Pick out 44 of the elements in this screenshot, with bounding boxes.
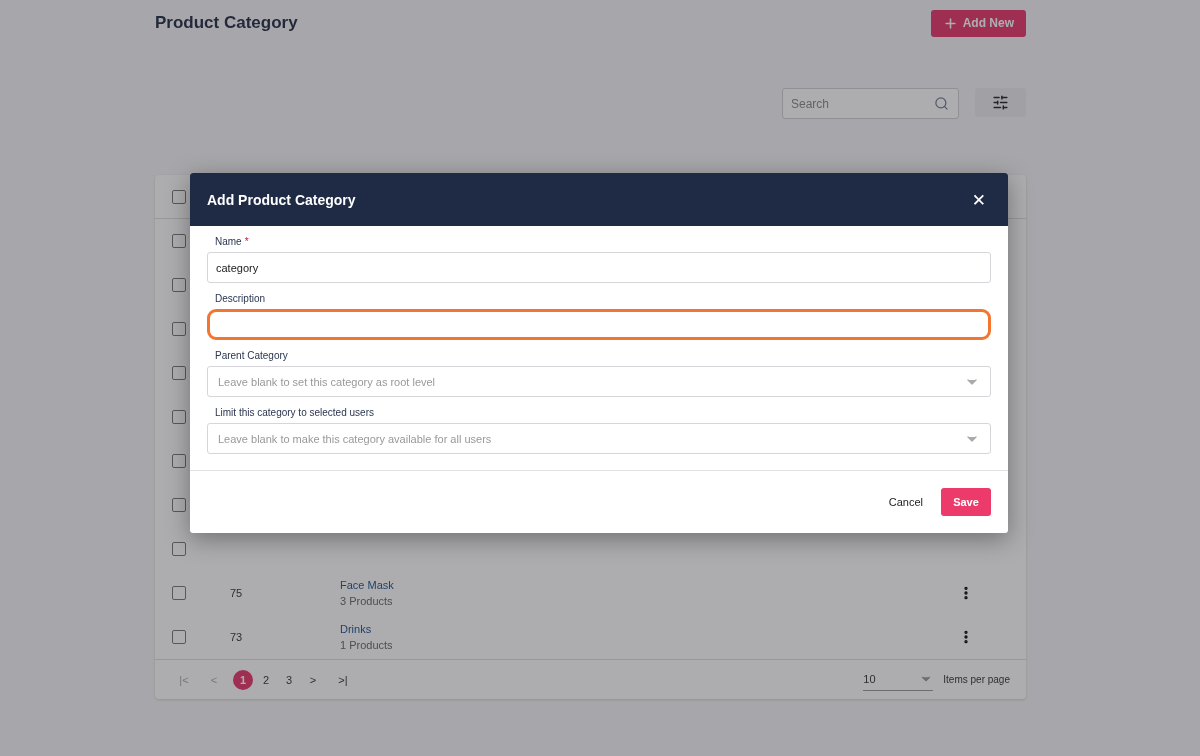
close-button[interactable]: ✕ — [971, 189, 986, 210]
product-count: 1 Products — [340, 639, 394, 651]
checkbox[interactable] — [172, 234, 186, 248]
page-size-select[interactable]: 10 — [863, 668, 934, 691]
sliders-icon — [992, 94, 1009, 111]
cancel-button[interactable]: Cancel — [888, 492, 923, 512]
dialog-title: Add Product Category — [207, 191, 356, 208]
page-title: Product Category — [155, 13, 298, 33]
checkbox[interactable] — [172, 410, 186, 424]
field-label: Name — [215, 236, 242, 247]
checkbox[interactable] — [172, 278, 186, 292]
category-name[interactable]: Drinks — [340, 623, 958, 635]
required-mark: * — [244, 236, 249, 247]
checkbox[interactable] — [172, 498, 186, 512]
checkbox[interactable] — [172, 454, 186, 468]
checkbox[interactable] — [172, 630, 186, 644]
page-button[interactable]: 2 — [256, 669, 276, 690]
field-label: Description — [215, 293, 266, 304]
text-field[interactable] — [207, 309, 991, 340]
last-page-button[interactable]: >| — [332, 668, 354, 691]
field-label: Limit this category to selected users — [215, 407, 374, 418]
category-name[interactable]: Face Mask — [340, 579, 958, 591]
filter-button[interactable] — [975, 88, 1026, 117]
search-icon — [934, 96, 949, 111]
search-field[interactable]: Search — [782, 88, 959, 119]
checkbox[interactable] — [172, 542, 186, 556]
checkbox[interactable] — [172, 586, 186, 600]
select-field[interactable]: Leave blank to set this category as root level — [207, 366, 991, 397]
field-label: Parent Category — [215, 350, 288, 361]
text-field[interactable]: category — [207, 252, 991, 283]
next-page-button[interactable]: > — [302, 668, 324, 691]
add-new-button[interactable]: Add New — [930, 9, 1026, 37]
id-cell-text: 75 — [230, 587, 244, 599]
checkbox[interactable] — [172, 366, 186, 380]
plus-icon — [942, 15, 958, 31]
select-field[interactable]: Leave blank to make this category available for all users — [207, 423, 991, 454]
save-button[interactable]: Save — [941, 488, 991, 516]
product-count: 3 Products — [340, 595, 394, 607]
checkbox[interactable] — [172, 322, 186, 336]
page-size-label: Items per page — [943, 674, 1010, 685]
checkbox[interactable] — [172, 189, 186, 204]
page-button[interactable]: 3 — [279, 669, 299, 690]
id-cell-text: 73 — [230, 631, 244, 643]
page-button[interactable]: 1 — [233, 669, 253, 690]
